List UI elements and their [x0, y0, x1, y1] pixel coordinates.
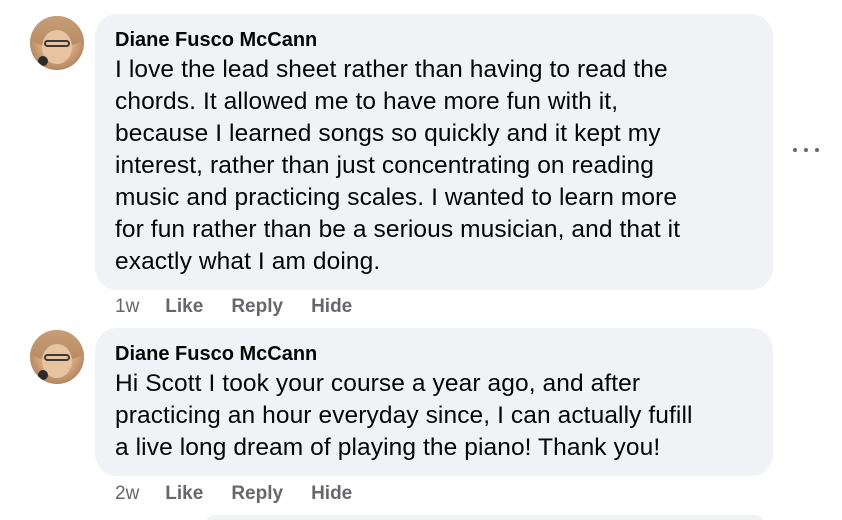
comment-text: Hi Scott I took your course a year ago, … — [115, 368, 753, 464]
avatar-glasses — [44, 40, 70, 47]
comment-text-line: Hi Scott I took your course a year ago, … — [115, 370, 641, 397]
comment-text-line: exactly what I am doing. — [115, 248, 381, 275]
comments-thread: Diane Fusco McCann I love the lead sheet… — [0, 0, 842, 520]
comment-bubble: Diane Fusco McCann I love the lead sheet… — [95, 14, 773, 290]
dot-icon — [815, 148, 819, 152]
reply-bubble-partial — [205, 515, 765, 520]
like-button[interactable]: Like — [165, 482, 203, 506]
comment-text-line: music and practicing scales. I wanted to… — [115, 184, 678, 211]
avatar-badge — [38, 56, 48, 66]
reply-button[interactable]: Reply — [231, 482, 283, 506]
comment-text-line: because I learned songs so quickly and i… — [115, 120, 661, 147]
comment-text-line: a live long dream of playing the piano! … — [115, 434, 661, 461]
more-options-icon[interactable] — [793, 140, 819, 160]
avatar[interactable] — [30, 16, 84, 70]
comment-text: I love the lead sheet rather than having… — [115, 54, 753, 278]
comment-text-line: for fun rather than be a serious musicia… — [115, 216, 681, 243]
comment-actions: 2w Like Reply Hide — [115, 482, 380, 506]
hide-button[interactable]: Hide — [311, 295, 352, 319]
avatar[interactable] — [30, 330, 84, 384]
hide-button[interactable]: Hide — [311, 482, 352, 506]
comment-author[interactable]: Diane Fusco McCann — [115, 342, 753, 366]
comment-text-line: I love the lead sheet rather than having… — [115, 56, 668, 83]
comment-text-line: interest, rather than just concentrating… — [115, 152, 654, 179]
dot-icon — [804, 148, 808, 152]
comment-author[interactable]: Diane Fusco McCann — [115, 28, 753, 52]
comment-text-line: chords. It allowed me to have more fun w… — [115, 88, 619, 115]
comment-text-line: practicing an hour everyday since, I can… — [115, 402, 693, 429]
like-button[interactable]: Like — [165, 295, 203, 319]
dot-icon — [793, 148, 797, 152]
avatar-badge — [38, 370, 48, 380]
reply-button[interactable]: Reply — [231, 295, 283, 319]
comment-timestamp[interactable]: 2w — [115, 482, 139, 506]
avatar-glasses — [44, 354, 70, 361]
comment-timestamp[interactable]: 1w — [115, 295, 139, 319]
comment-bubble: Diane Fusco McCann Hi Scott I took your … — [95, 328, 773, 476]
comment-actions: 1w Like Reply Hide — [115, 295, 380, 319]
